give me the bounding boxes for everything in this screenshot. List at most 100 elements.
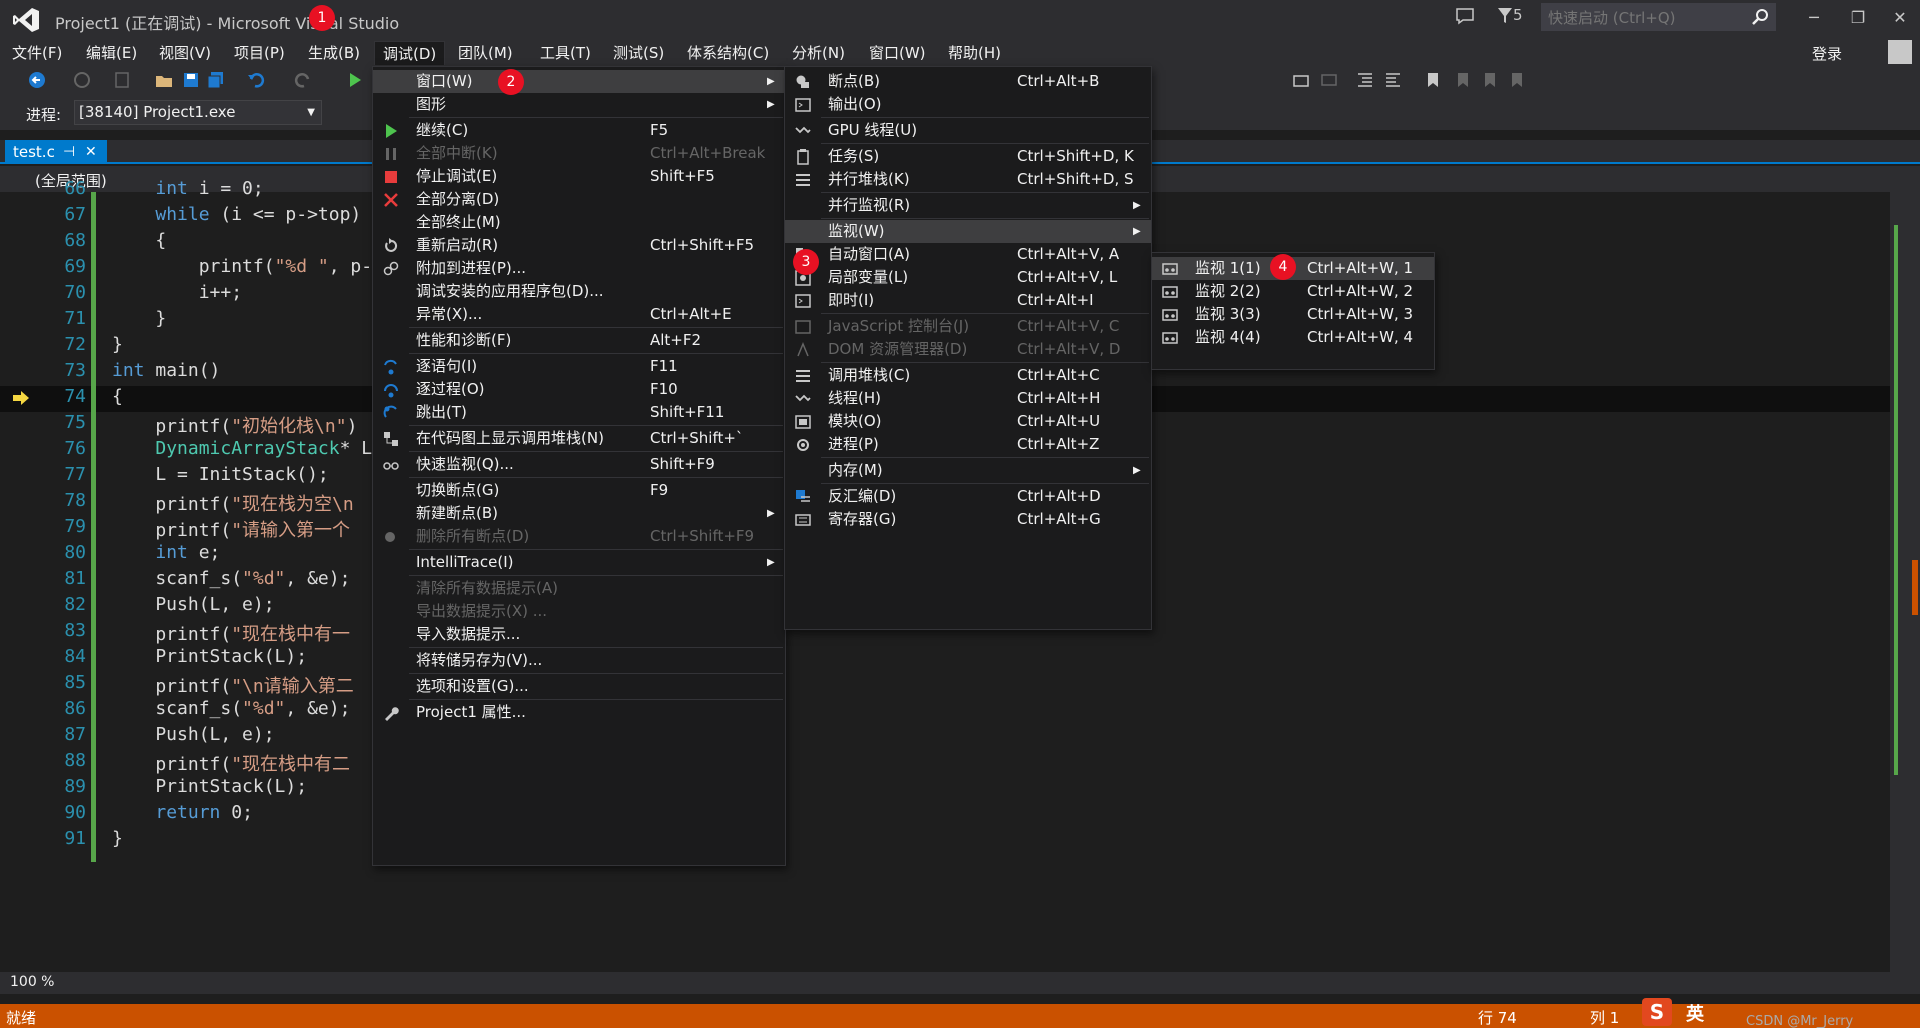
window-menu-item[interactable]: 并行堆栈(K) Ctrl+Shift+D, S <box>785 168 1151 191</box>
window-menu-item[interactable]: DOM 资源管理器(D) Ctrl+Alt+V, D <box>785 338 1151 361</box>
window-menu-item[interactable]: 自动窗口(A) Ctrl+Alt+V, A <box>785 243 1151 266</box>
window-menu-item[interactable]: 内存(M) ▶ <box>785 459 1151 482</box>
window-menu-item[interactable]: 反汇编(D) Ctrl+Alt+D <box>785 485 1151 508</box>
debug-menu-item[interactable]: Project1 属性... <box>373 701 785 724</box>
feedback-icon[interactable] <box>1455 6 1475 26</box>
tab-test-c[interactable]: test.c ⊣ ✕ <box>5 140 107 164</box>
menu-window[interactable]: 窗口(W) <box>861 41 934 65</box>
ime-mode[interactable]: 英 <box>1686 1000 1704 1026</box>
submenu-arrow-icon: ▶ <box>767 99 775 110</box>
toolbar-icon-b[interactable] <box>1320 71 1338 89</box>
redo-icon[interactable] <box>294 71 312 89</box>
menu-edit[interactable]: 编辑(E) <box>78 41 145 65</box>
debug-menu-item[interactable]: 逐语句(I) F11 <box>373 355 785 378</box>
ime-toolbar[interactable]: S 英 CSDN @Mr_Jerry <box>1640 996 1910 1028</box>
debug-menu-item[interactable]: 清除所有数据提示(A) <box>373 577 785 600</box>
quick-launch-box[interactable] <box>1541 3 1776 31</box>
window-menu-item[interactable]: 局部变量(L) Ctrl+Alt+V, L <box>785 266 1151 289</box>
debug-menu-item[interactable]: 重新启动(R) Ctrl+Shift+F5 <box>373 234 785 257</box>
continue-icon[interactable] <box>346 71 364 89</box>
watch-menu-item[interactable]: 监视 4(4) Ctrl+Alt+W, 4 <box>1152 326 1434 349</box>
menu-build[interactable]: 生成(B) <box>300 41 368 65</box>
bookmark-icon[interactable] <box>1424 71 1442 89</box>
window-menu-item[interactable]: JavaScript 控制台(J) Ctrl+Alt+V, C <box>785 315 1151 338</box>
menu-tools[interactable]: 工具(T) <box>532 41 599 65</box>
close-button[interactable]: ✕ <box>1880 4 1920 32</box>
avatar[interactable] <box>1888 40 1912 64</box>
window-menu-item[interactable]: 输出(O) <box>785 93 1151 116</box>
debug-menu-item[interactable]: 附加到进程(P)... <box>373 257 785 280</box>
clear-bookmarks-icon[interactable] <box>1508 71 1526 89</box>
window-menu-item[interactable]: 线程(H) Ctrl+Alt+H <box>785 387 1151 410</box>
watch-menu-item[interactable]: 监视 3(3) Ctrl+Alt+W, 3 <box>1152 303 1434 326</box>
new-project-icon[interactable] <box>113 71 131 89</box>
pin-icon[interactable]: ⊣ <box>63 140 75 164</box>
debug-menu-item[interactable]: 停止调试(E) Shift+F5 <box>373 165 785 188</box>
window-menu-item[interactable]: 监视(W) ▶ <box>785 220 1151 243</box>
next-bookmark-icon[interactable] <box>1481 71 1499 89</box>
menu-test[interactable]: 测试(S) <box>605 41 672 65</box>
debug-menu-item[interactable]: 全部终止(M) <box>373 211 785 234</box>
outdent-icon[interactable] <box>1356 71 1374 89</box>
zoom-dropdown[interactable]: 100 % <box>10 974 54 990</box>
debug-menu-item[interactable]: 全部中断(K) Ctrl+Alt+Break <box>373 142 785 165</box>
window-menu-item[interactable]: GPU 线程(U) <box>785 119 1151 142</box>
menu-debug[interactable]: 调试(D) <box>374 41 446 65</box>
window-menu-item[interactable]: 进程(P) Ctrl+Alt+Z <box>785 433 1151 456</box>
sign-in-link[interactable]: 登录 <box>1812 43 1842 64</box>
debug-menu-item[interactable]: 窗口(W) ▶ <box>373 70 785 93</box>
menu-help[interactable]: 帮助(H) <box>940 41 1009 65</box>
forward-icon[interactable] <box>73 71 91 89</box>
debug-menu-item[interactable]: 调试安装的应用程序包(D)... <box>373 280 785 303</box>
menu-item-label: 逐语句(I) <box>416 357 478 375</box>
process-dropdown[interactable]: [38140] Project1.exe ▼ <box>74 100 322 125</box>
debug-menu-item[interactable]: 删除所有断点(D) Ctrl+Shift+F9 <box>373 525 785 548</box>
back-icon[interactable] <box>28 71 46 89</box>
menu-analyze[interactable]: 分析(N) <box>784 41 853 65</box>
menu-item-label: 线程(H) <box>828 389 881 407</box>
registers-icon <box>795 514 811 526</box>
menu-file[interactable]: 文件(F) <box>4 41 70 65</box>
debug-menu-item[interactable]: 异常(X)... Ctrl+Alt+E <box>373 303 785 326</box>
menu-separator <box>821 117 1149 118</box>
debug-menu-item[interactable]: 在代码图上显示调用堆栈(N) Ctrl+Shift+` <box>373 427 785 450</box>
menu-architecture[interactable]: 体系结构(C) <box>679 41 777 65</box>
prev-bookmark-icon[interactable] <box>1454 71 1472 89</box>
debug-menu-item[interactable]: 逐过程(O) F10 <box>373 378 785 401</box>
quick-launch-input[interactable] <box>1548 8 1748 28</box>
debug-menu-item[interactable]: IntelliTrace(I) ▶ <box>373 551 785 574</box>
open-file-icon[interactable] <box>155 71 173 89</box>
debug-menu-item[interactable]: 继续(C) F5 <box>373 119 785 142</box>
debug-menu-item[interactable]: 导入数据提示... <box>373 623 785 646</box>
window-menu-item[interactable]: 模块(O) Ctrl+Alt+U <box>785 410 1151 433</box>
menu-view[interactable]: 视图(V) <box>151 41 219 65</box>
close-tab-icon[interactable]: ✕ <box>85 140 97 164</box>
window-menu-item[interactable]: 并行监视(R) ▶ <box>785 194 1151 217</box>
watch-menu-item[interactable]: 监视 2(2) Ctrl+Alt+W, 2 <box>1152 280 1434 303</box>
minimize-button[interactable]: ─ <box>1794 4 1834 32</box>
restore-button[interactable]: ❐ <box>1838 4 1878 32</box>
debug-menu-item[interactable]: 切换断点(G) F9 <box>373 479 785 502</box>
debug-menu-item[interactable]: 图形 ▶ <box>373 93 785 116</box>
window-menu-item[interactable]: 即时(I) Ctrl+Alt+I <box>785 289 1151 312</box>
window-menu-item[interactable]: 断点(B) Ctrl+Alt+B <box>785 70 1151 93</box>
save-icon[interactable] <box>182 71 200 89</box>
window-menu-item[interactable]: 寄存器(G) Ctrl+Alt+G <box>785 508 1151 531</box>
debug-menu-item[interactable]: 新建断点(B) ▶ <box>373 502 785 525</box>
debug-menu-item[interactable]: 快速监视(Q)... Shift+F9 <box>373 453 785 476</box>
debug-menu-item[interactable]: 将转储另存为(V)... <box>373 649 785 672</box>
menu-item-label: 监视(W) <box>828 222 885 240</box>
indent-icon[interactable] <box>1384 71 1402 89</box>
debug-menu-item[interactable]: 导出数据提示(X) ... <box>373 600 785 623</box>
menu-project[interactable]: 项目(P) <box>226 41 293 65</box>
menu-team[interactable]: 团队(M) <box>450 41 521 65</box>
save-all-icon[interactable] <box>207 71 225 89</box>
debug-menu-item[interactable]: 性能和诊断(F) Alt+F2 <box>373 329 785 352</box>
debug-menu-item[interactable]: 跳出(T) Shift+F11 <box>373 401 785 424</box>
debug-menu-item[interactable]: 选项和设置(G)... <box>373 675 785 698</box>
toolbar-icon-a[interactable] <box>1292 71 1310 89</box>
window-menu-item[interactable]: 任务(S) Ctrl+Shift+D, K <box>785 145 1151 168</box>
debug-menu-item[interactable]: 全部分离(D) <box>373 188 785 211</box>
window-menu-item[interactable]: 调用堆栈(C) Ctrl+Alt+C <box>785 364 1151 387</box>
undo-icon[interactable] <box>247 71 265 89</box>
